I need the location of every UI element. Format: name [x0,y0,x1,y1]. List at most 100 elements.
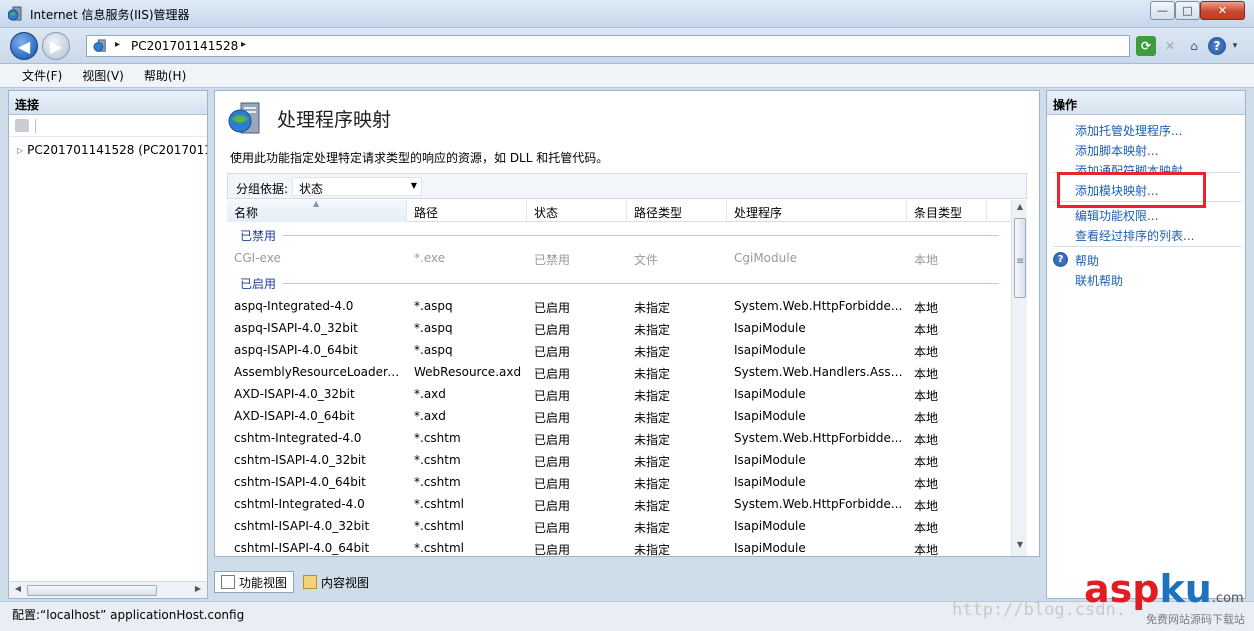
chevron-down-icon[interactable]: ▼ [411,181,417,190]
cell-path: *.cshtml [414,497,464,511]
cell-state: 已禁用 [534,253,571,267]
group-header-label: 已启用 [240,277,277,291]
action-online-help[interactable]: 联机帮助 [1075,272,1123,289]
refresh-icon[interactable]: ⟳ [1136,36,1156,56]
expand-icon[interactable]: ▷ [17,146,23,155]
cell-name: AssemblyResourceLoader-I... [234,365,403,379]
cell-path: *.aspq [414,299,453,313]
table-row[interactable]: cshtm-ISAPI-4.0_64bit *.cshtm 已启用 未指定 IsapiM… [227,471,1011,493]
group-by-select[interactable]: 状态 ▼ [292,177,422,196]
cell-entry-type: 本地 [914,433,939,447]
tree-item-server[interactable]: ▷ PC201701141528 (PC201701141528\Adminis… [17,141,207,159]
scrollbar-thumb[interactable] [27,585,157,596]
table-row[interactable]: CGI-exe *.exe 已禁用 文件 CgiModule 本地 [227,247,1011,269]
vertical-scrollbar[interactable]: ▲ ≡ ▼ [1011,200,1027,556]
group-divider [283,283,999,284]
group-by-bar: 分组依据: 状态 ▼ [227,173,1027,199]
action-add-managed-handler[interactable]: 添加托管处理程序... [1075,122,1182,139]
chevron-down-icon[interactable]: ▾ [1230,36,1240,56]
feature-panel: 处理程序映射 使用此功能指定处理特定请求类型的响应的资源，如 DLL 和托管代码… [214,90,1040,557]
action-edit-feature-permissions[interactable]: 编辑功能权限... [1075,207,1158,224]
cell-state: 已启用 [534,543,571,556]
cell-path: *.cshtml [414,519,464,533]
menu-file[interactable]: 文件(F) [22,67,62,84]
close-button[interactable]: ✕ [1200,1,1245,20]
maximize-button[interactable]: □ [1175,1,1200,20]
cell-path-type: 未指定 [634,411,671,425]
table-row[interactable]: aspq-ISAPI-4.0_64bit *.aspq 已启用 未指定 IsapiMod… [227,339,1011,361]
table-row[interactable]: cshtml-ISAPI-4.0_64bit *.cshtml 已启用 未指定 Isap… [227,537,1011,556]
stop-icon[interactable]: ✕ [1160,36,1180,56]
column-header-path[interactable]: 路径 [407,200,527,222]
action-help[interactable]: 帮助 [1075,252,1099,269]
cell-handler: IsapiModule [734,343,806,357]
group-header-disabled[interactable]: 已禁用 [227,223,1011,245]
tab-features-view[interactable]: 功能视图 [214,571,295,593]
action-add-wildcard-script-map[interactable]: 添加通配符脚本映射... [1075,162,1194,172]
menu-bar: 文件(F) 视图(V) 帮助(H) [0,64,1254,88]
toolbar-divider [35,119,36,133]
cell-name: aspq-ISAPI-4.0_32bit [234,321,358,335]
home-icon[interactable]: ⌂ [1184,36,1204,56]
table-row[interactable]: cshtm-ISAPI-4.0_32bit *.cshtm 已启用 未指定 IsapiM… [227,449,1011,471]
cell-path-type: 文件 [634,253,659,267]
menu-help[interactable]: 帮助(H) [144,67,186,84]
content-view-icon [303,575,318,589]
help-icon: ? [1053,252,1068,267]
cell-name: AXD-ISAPI-4.0_32bit [234,387,355,401]
address-bar[interactable]: ▸ PC201701141528 ▸ [86,35,1130,57]
cell-entry-type: 本地 [914,253,939,267]
menu-view[interactable]: 视图(V) [82,67,124,84]
back-button[interactable]: ◀ [10,32,38,60]
scroll-right-icon[interactable]: ▶ [191,584,205,596]
breadcrumb-server[interactable]: PC201701141528 [131,39,238,53]
table-row[interactable]: aspq-Integrated-4.0 *.aspq 已启用 未指定 System.We… [227,295,1011,317]
table-row[interactable]: AssemblyResourceLoader-I... WebResource.a… [227,361,1011,383]
view-tabs: 功能视图 内容视图 [214,571,376,593]
cell-path: *.cshtml [414,541,464,555]
action-add-script-map[interactable]: 添加脚本映射... [1075,142,1158,159]
table-row[interactable]: cshtml-Integrated-4.0 *.cshtml 已启用 未指定 Syste… [227,493,1011,515]
table-row[interactable]: cshtm-Integrated-4.0 *.cshtm 已启用 未指定 System.… [227,427,1011,449]
tab-content-view[interactable]: 内容视图 [296,571,376,593]
scroll-up-icon[interactable]: ▲ [1012,202,1027,216]
cell-path: WebResource.axd [414,365,522,379]
column-header-path-type[interactable]: 路径类型 [627,200,727,222]
group-header-enabled[interactable]: 已启用 [227,271,1011,293]
cell-entry-type: 本地 [914,455,939,469]
horizontal-scrollbar[interactable]: ◀ ▶ [9,581,207,598]
cell-name: aspq-ISAPI-4.0_64bit [234,343,358,357]
help-icon[interactable]: ? [1208,37,1226,55]
iis-app-icon [8,6,22,21]
breadcrumb-separator-icon[interactable]: ▸ [241,39,246,50]
highlight-annotation [1057,172,1206,208]
sort-ascending-icon: ▲ [313,200,320,208]
table-row[interactable]: aspq-ISAPI-4.0_32bit *.aspq 已启用 未指定 IsapiMod… [227,317,1011,339]
watermark-logo: aspku.com [1084,567,1244,611]
cell-handler: IsapiModule [734,519,806,533]
column-header-state[interactable]: 状态 [527,200,627,222]
scroll-down-icon[interactable]: ▼ [1012,540,1027,554]
breadcrumb-separator-icon[interactable]: ▸ [115,39,120,50]
column-header-handler[interactable]: 处理程序 [727,200,907,222]
cell-handler: IsapiModule [734,541,806,555]
action-view-ordered-list[interactable]: 查看经过排序的列表... [1075,227,1194,244]
cell-path: *.exe [414,251,446,265]
table-row[interactable]: cshtml-ISAPI-4.0_32bit *.cshtml 已启用 未指定 Isap… [227,515,1011,537]
minimize-button[interactable]: — [1150,1,1175,20]
cell-entry-type: 本地 [914,521,939,535]
forward-button[interactable]: ▶ [42,32,70,60]
cell-handler: IsapiModule [734,453,806,467]
cell-state: 已启用 [534,499,571,513]
cell-name: cshtm-ISAPI-4.0_64bit [234,475,366,489]
group-by-label: 分组依据: [236,182,289,196]
column-header-name[interactable]: ▲ 名称 [227,200,407,222]
cell-entry-type: 本地 [914,389,939,403]
column-header-entry-type[interactable]: 条目类型 [907,200,987,222]
scroll-left-icon[interactable]: ◀ [11,584,25,596]
group-divider [283,235,999,236]
table-row[interactable]: AXD-ISAPI-4.0_64bit *.axd 已启用 未指定 IsapiModul… [227,405,1011,427]
table-row[interactable]: AXD-ISAPI-4.0_32bit *.axd 已启用 未指定 IsapiModul… [227,383,1011,405]
title-bar: Internet 信息服务(IIS)管理器 — □ ✕ [0,0,1254,28]
connect-icon[interactable] [15,119,29,132]
